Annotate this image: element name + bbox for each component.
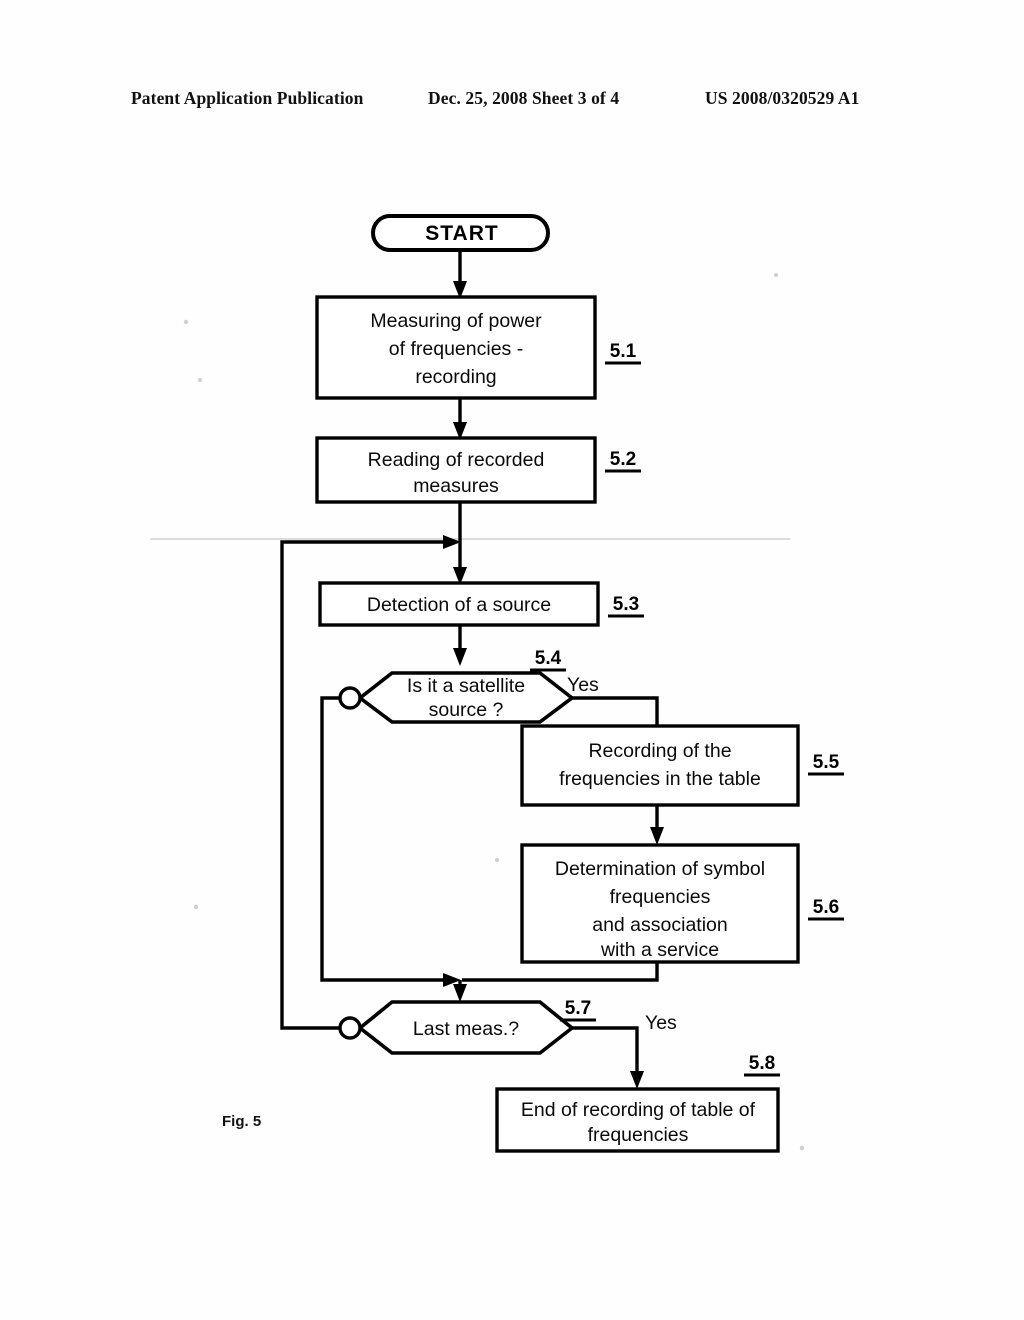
node-start: START <box>371 214 550 252</box>
patent-page: Patent Application Publication Dec. 25, … <box>0 0 1024 1320</box>
box-5-5-line2: frequencies in the table <box>559 768 761 790</box>
node-5-7: Last meas.? 5.7 Yes <box>338 998 677 1055</box>
box-5-6-line2: frequencies <box>610 886 711 908</box>
node-5-6: Determination of symbol frequencies and … <box>520 843 844 964</box>
box-5-2-line1: Reading of recorded <box>368 449 545 471</box>
node-5-1: Measuring of power of frequencies - reco… <box>315 295 641 400</box>
scan-speck <box>183 319 189 325</box>
box-5-5-shape <box>520 724 800 807</box>
label-5-4-yes: Yes <box>567 674 599 696</box>
node-5-2: Reading of recorded measures 5.2 <box>315 436 641 504</box>
ref-5-3: 5.3 <box>613 594 639 615</box>
edge-54-yes-to-55 <box>572 696 659 726</box>
ref-5-7: 5.7 <box>565 998 591 1019</box>
ref-5-2: 5.2 <box>610 449 636 470</box>
junction-5-7-no <box>338 1016 362 1040</box>
box-5-3-line1: Detection of a source <box>367 594 551 616</box>
ref-5-8: 5.8 <box>749 1053 775 1074</box>
node-5-3: Detection of a source 5.3 <box>318 581 644 627</box>
scan-speck <box>495 858 499 862</box>
arrowhead-58 <box>630 1071 644 1089</box>
box-5-1-line1: Measuring of power <box>370 310 542 332</box>
edge-57-yes-to-58 <box>572 1026 639 1078</box>
ref-5-5: 5.5 <box>813 752 840 773</box>
box-5-1-line3: recording <box>415 366 496 388</box>
box-5-8-line1: End of recording of table of <box>521 1099 756 1121</box>
junction-5-4-no <box>338 686 362 710</box>
box-5-6-line3: and association <box>592 914 728 936</box>
box-5-5-line1: Recording of the <box>588 740 731 762</box>
box-5-1-line2: of frequencies - <box>389 338 523 360</box>
scan-speck <box>193 904 199 910</box>
edge-54-no-to-merge <box>320 696 447 982</box>
box-5-6-line4: with a service <box>600 939 719 961</box>
ref-5-1: 5.1 <box>610 341 637 362</box>
scan-speck <box>799 1145 805 1151</box>
node-5-5: Recording of the frequencies in the tabl… <box>520 724 844 807</box>
ref-5-4: 5.4 <box>535 648 562 669</box>
start-label: START <box>425 222 498 245</box>
ref-5-6: 5.6 <box>813 897 839 918</box>
arrowhead-57 <box>453 984 467 1002</box>
arrowhead-56 <box>650 827 664 845</box>
box-5-8-line2: frequencies <box>588 1124 689 1146</box>
arrowhead-54 <box>453 648 467 666</box>
box-5-2-line2: measures <box>413 475 499 497</box>
scan-speck <box>198 378 202 382</box>
label-5-7-yes: Yes <box>645 1012 677 1034</box>
figure-caption: Fig. 5 <box>222 1113 262 1130</box>
node-5-4: Is it a satellite source ? 5.4 Yes <box>338 648 599 724</box>
hex-5-4-line2: source ? <box>429 699 504 721</box>
box-5-6-line1: Determination of symbol <box>555 858 765 880</box>
edge-56-to-merge <box>462 962 659 982</box>
hex-5-7-line1: Last meas.? <box>413 1018 519 1040</box>
flowchart-figure: START Measuring of power of frequencies … <box>150 214 844 1153</box>
hex-5-4-line1: Is it a satellite <box>407 675 525 697</box>
scan-speck <box>774 273 778 277</box>
